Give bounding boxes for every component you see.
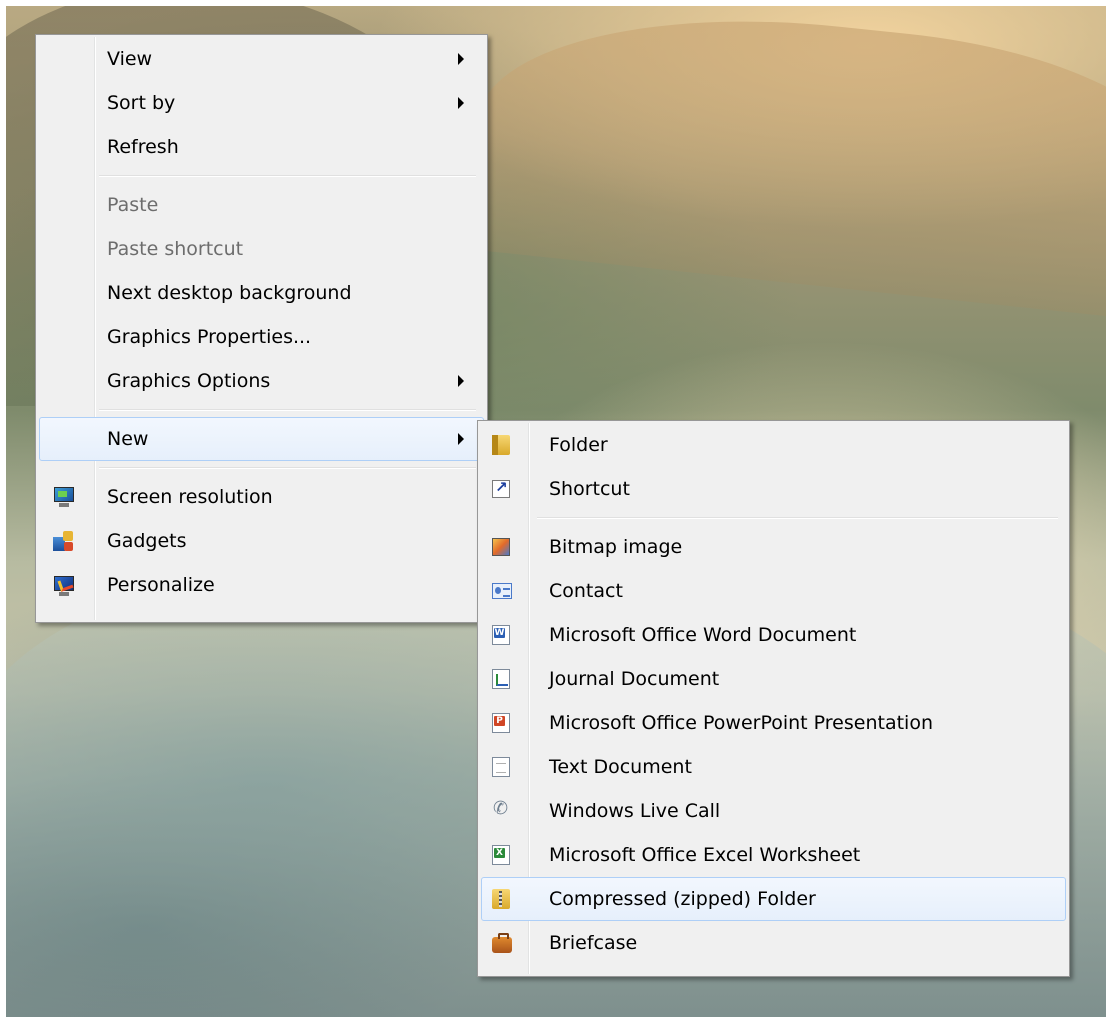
new-item-journal-document[interactable]: Journal Document bbox=[481, 657, 1066, 701]
personalize-icon bbox=[53, 575, 74, 596]
menu-item-label: Graphics Options bbox=[107, 370, 271, 392]
menu-separator bbox=[483, 511, 1064, 525]
menu-item-label: Microsoft Office PowerPoint Presentation bbox=[549, 712, 933, 734]
menu-item-graphics-options[interactable]: Graphics Options bbox=[39, 359, 484, 403]
new-item-excel-worksheet[interactable]: Microsoft Office Excel Worksheet bbox=[481, 833, 1066, 877]
menu-item-label: Paste shortcut bbox=[107, 238, 244, 260]
submenu-arrow-icon bbox=[458, 433, 464, 445]
bitmap-image-icon bbox=[492, 538, 510, 556]
submenu-arrow-icon bbox=[458, 97, 464, 109]
wallpaper-mountain bbox=[464, 6, 1106, 322]
submenu-arrow-icon bbox=[458, 53, 464, 65]
menu-item-label: Refresh bbox=[107, 136, 179, 158]
text-document-icon bbox=[492, 757, 510, 777]
menu-separator bbox=[41, 169, 482, 183]
menu-item-label: Bitmap image bbox=[549, 536, 683, 558]
new-item-word-document[interactable]: Microsoft Office Word Document bbox=[481, 613, 1066, 657]
excel-worksheet-icon bbox=[492, 845, 510, 865]
menu-item-label: Contact bbox=[549, 580, 623, 602]
folder-icon bbox=[492, 435, 510, 455]
menu-item-gadgets[interactable]: Gadgets bbox=[39, 519, 484, 563]
new-item-briefcase[interactable]: Briefcase bbox=[481, 921, 1066, 965]
new-item-compressed-folder[interactable]: Compressed (zipped) Folder bbox=[481, 877, 1066, 921]
menu-item-label: Shortcut bbox=[549, 478, 630, 500]
menu-item-label: Paste bbox=[107, 194, 159, 216]
menu-item-label: Sort by bbox=[107, 92, 176, 114]
menu-item-graphics-properties[interactable]: Graphics Properties... bbox=[39, 315, 484, 359]
menu-item-paste: Paste bbox=[39, 183, 484, 227]
submenu-arrow-icon bbox=[458, 375, 464, 387]
new-item-contact[interactable]: Contact bbox=[481, 569, 1066, 613]
menu-item-label: Graphics Properties... bbox=[107, 326, 312, 348]
desktop-context-menu: View Sort by Refresh Paste Paste shortcu… bbox=[35, 34, 488, 623]
screen-resolution-icon bbox=[53, 486, 75, 508]
menu-item-label: Next desktop background bbox=[107, 282, 352, 304]
gadgets-icon bbox=[53, 531, 73, 551]
contact-card-icon bbox=[492, 583, 512, 599]
new-item-windows-live-call[interactable]: Windows Live Call bbox=[481, 789, 1066, 833]
word-document-icon bbox=[492, 625, 510, 645]
journal-document-icon bbox=[492, 669, 510, 689]
phone-call-icon bbox=[492, 798, 512, 821]
zip-folder-icon bbox=[492, 889, 510, 909]
menu-item-personalize[interactable]: Personalize bbox=[39, 563, 484, 607]
menu-item-label: Gadgets bbox=[107, 530, 187, 552]
menu-item-label: Compressed (zipped) Folder bbox=[549, 888, 816, 910]
menu-item-refresh[interactable]: Refresh bbox=[39, 125, 484, 169]
menu-separator bbox=[41, 403, 482, 417]
menu-item-label: Folder bbox=[549, 434, 608, 456]
menu-item-label: Personalize bbox=[107, 574, 215, 596]
menu-item-label: Windows Live Call bbox=[549, 800, 721, 822]
menu-item-sort-by[interactable]: Sort by bbox=[39, 81, 484, 125]
briefcase-icon bbox=[492, 933, 512, 953]
new-item-folder[interactable]: Folder bbox=[481, 423, 1066, 467]
menu-item-label: Microsoft Office Word Document bbox=[549, 624, 857, 646]
menu-item-next-desktop-background[interactable]: Next desktop background bbox=[39, 271, 484, 315]
menu-item-new[interactable]: New bbox=[39, 417, 484, 461]
menu-item-label: View bbox=[107, 48, 153, 70]
new-item-text-document[interactable]: Text Document bbox=[481, 745, 1066, 789]
menu-item-label: Screen resolution bbox=[107, 486, 273, 508]
menu-item-paste-shortcut: Paste shortcut bbox=[39, 227, 484, 271]
menu-item-label: Briefcase bbox=[549, 932, 638, 954]
new-submenu: Folder Shortcut Bitmap image Contact Mic… bbox=[477, 420, 1070, 977]
new-item-powerpoint-presentation[interactable]: Microsoft Office PowerPoint Presentation bbox=[481, 701, 1066, 745]
new-item-bitmap-image[interactable]: Bitmap image bbox=[481, 525, 1066, 569]
menu-item-label: Text Document bbox=[549, 756, 692, 778]
menu-separator bbox=[41, 461, 482, 475]
shortcut-icon bbox=[492, 478, 510, 498]
menu-item-label: Journal Document bbox=[549, 668, 720, 690]
powerpoint-presentation-icon bbox=[492, 713, 510, 733]
menu-item-view[interactable]: View bbox=[39, 37, 484, 81]
menu-item-label: New bbox=[107, 428, 149, 450]
new-item-shortcut[interactable]: Shortcut bbox=[481, 467, 1066, 511]
menu-item-screen-resolution[interactable]: Screen resolution bbox=[39, 475, 484, 519]
menu-item-label: Microsoft Office Excel Worksheet bbox=[549, 844, 861, 866]
